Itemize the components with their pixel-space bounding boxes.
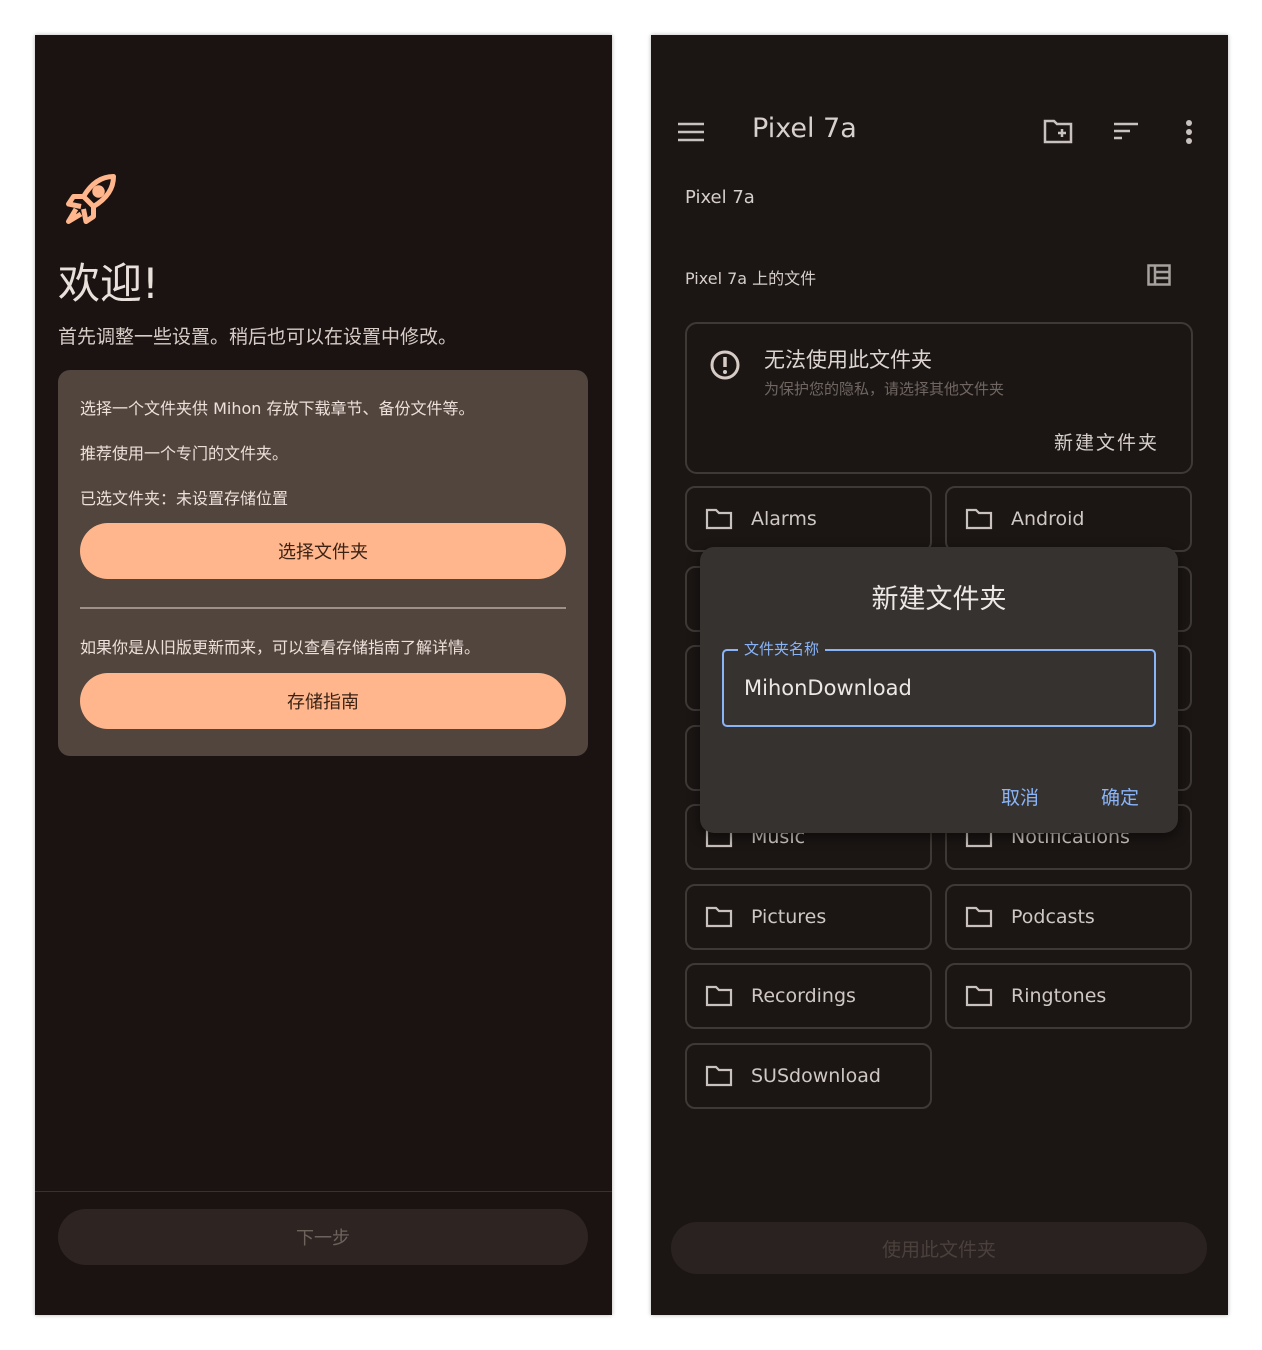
folder-item[interactable]: Recordings bbox=[685, 963, 932, 1029]
toolbar-title: Pixel 7a bbox=[752, 113, 857, 144]
breadcrumb[interactable]: Pixel 7a bbox=[685, 187, 755, 208]
list-view-icon[interactable] bbox=[1147, 264, 1171, 286]
bottom-divider bbox=[35, 1191, 612, 1192]
welcome-subtitle: 首先调整一些设置。稍后也可以在设置中修改。 bbox=[58, 326, 458, 348]
folder-icon bbox=[705, 985, 733, 1007]
folder-icon bbox=[705, 1065, 733, 1086]
folder-warning-card: 无法使用此文件夹 为保护您的隐私，请选择其他文件夹 新建文件夹 bbox=[685, 322, 1193, 474]
folder-name: SUSdownload bbox=[751, 1064, 881, 1087]
new-folder-dialog: 新建文件夹 文件夹名称 MihonDownload 取消 确定 bbox=[700, 547, 1178, 833]
dialog-title: 新建文件夹 bbox=[871, 584, 1007, 615]
next-button[interactable]: 下一步 bbox=[58, 1209, 588, 1265]
folder-item[interactable]: Alarms bbox=[685, 486, 932, 552]
sort-icon[interactable] bbox=[1113, 121, 1139, 141]
select-folder-button[interactable]: 选择文件夹 bbox=[80, 523, 566, 579]
selected-folder-text: 已选文件夹：未设置存储位置 bbox=[80, 489, 289, 508]
more-options-icon[interactable] bbox=[1185, 119, 1193, 145]
storage-description: 选择一个文件夹供 Mihon 存放下载章节、备份文件等。 bbox=[80, 399, 475, 418]
folder-name: Alarms bbox=[751, 508, 817, 530]
cancel-button[interactable]: 取消 bbox=[1001, 783, 1039, 810]
folder-icon bbox=[965, 985, 993, 1007]
divider bbox=[80, 607, 566, 609]
storage-card: 选择一个文件夹供 Mihon 存放下载章节、备份文件等。 推荐使用一个专门的文件… bbox=[58, 370, 588, 756]
folder-icon bbox=[965, 508, 993, 530]
welcome-title: 欢迎! bbox=[58, 259, 159, 308]
new-folder-action[interactable]: 新建文件夹 bbox=[1054, 428, 1159, 455]
rocket-icon bbox=[66, 174, 116, 224]
storage-guide-button[interactable]: 存储指南 bbox=[80, 673, 566, 729]
section-title: Pixel 7a 上的文件 bbox=[685, 269, 817, 288]
folder-name: Android bbox=[1011, 508, 1085, 530]
folder-item[interactable]: Ringtones bbox=[945, 963, 1192, 1029]
folder-name: Recordings bbox=[751, 985, 856, 1007]
folder-name: Pictures bbox=[751, 905, 827, 928]
folder-name-value[interactable]: MihonDownload bbox=[744, 676, 912, 700]
warning-icon bbox=[710, 350, 740, 380]
warning-subtitle: 为保护您的隐私，请选择其他文件夹 bbox=[764, 380, 1005, 398]
folder-name-input[interactable]: 文件夹名称 MihonDownload bbox=[722, 638, 1156, 727]
folder-icon bbox=[705, 906, 733, 927]
folder-icon bbox=[965, 906, 993, 927]
storage-recommendation: 推荐使用一个专门的文件夹。 bbox=[80, 444, 289, 463]
folder-name-label: 文件夹名称 bbox=[738, 638, 826, 659]
folder-item[interactable]: Android bbox=[945, 486, 1192, 552]
warning-title: 无法使用此文件夹 bbox=[764, 348, 932, 372]
confirm-button[interactable]: 确定 bbox=[1101, 783, 1139, 810]
file-picker-screen: Pixel 7a Pixel 7a Pixel 7a 上的文件 无法使用此文件夹… bbox=[651, 35, 1228, 1315]
folder-name: Podcasts bbox=[1011, 905, 1095, 928]
folder-icon bbox=[705, 508, 733, 530]
folder-item[interactable]: Podcasts bbox=[945, 883, 1192, 950]
folder-item[interactable]: Pictures bbox=[685, 883, 932, 950]
menu-icon[interactable] bbox=[677, 121, 705, 143]
mihon-setup-screen: 欢迎! 首先调整一些设置。稍后也可以在设置中修改。 选择一个文件夹供 Mihon… bbox=[35, 35, 612, 1315]
use-folder-button[interactable]: 使用此文件夹 bbox=[671, 1222, 1207, 1274]
migration-note: 如果你是从旧版更新而来，可以查看存储指南了解详情。 bbox=[80, 638, 481, 657]
folder-item[interactable]: SUSdownload bbox=[685, 1042, 932, 1109]
new-folder-icon[interactable] bbox=[1043, 118, 1073, 144]
folder-name: Ringtones bbox=[1011, 985, 1107, 1007]
